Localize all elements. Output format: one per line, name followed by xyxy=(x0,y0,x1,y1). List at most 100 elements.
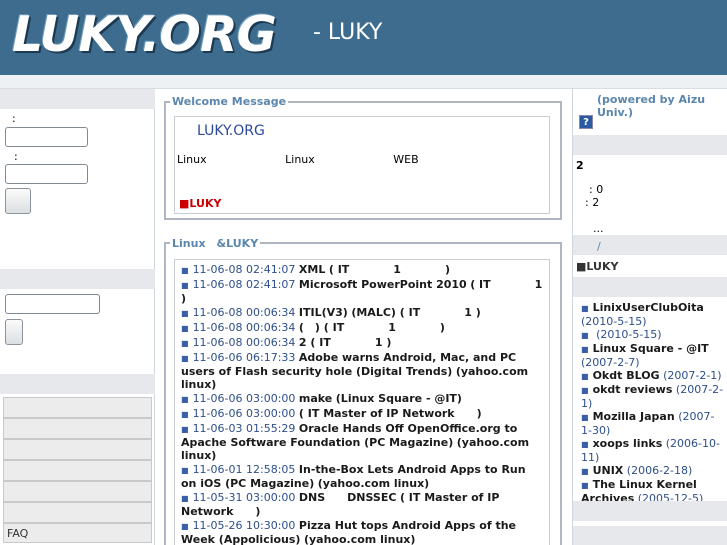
news-item[interactable]: ■ 11-06-01 12:58:05 In-the-Box Lets Andro… xyxy=(181,463,543,490)
link-item[interactable]: ■ Mozilla Japan (2007-1-30) xyxy=(581,410,725,437)
news-date: 11-06-08 02:41:07 xyxy=(192,278,296,291)
news-item[interactable]: ■ 11-06-08 02:41:07 XML ( IT 1 ) xyxy=(181,263,543,277)
news-title[interactable]: DNS DNSSEC xyxy=(299,491,397,504)
news-date: 11-06-06 03:00:00 xyxy=(192,392,296,405)
welcome-text: Linux Linux WEB xyxy=(177,153,419,166)
news-date: 11-06-06 06:17:33 xyxy=(192,351,296,364)
news-list: ■ 11-06-08 02:41:07 XML ( IT 1 ) ■ 11-06-08… xyxy=(175,260,549,545)
news-item[interactable]: ■ 11-06-03 01:55:29 Oracle Hands Off Open… xyxy=(181,422,543,462)
link-name[interactable]: UNIX xyxy=(593,464,624,477)
news-item[interactable]: ■ 11-06-08 00:06:34 2 ( IT 1 ) xyxy=(181,336,543,350)
right-sidebar: (powered by Aizu Univ.) ? 2 : 0 : 2 ... … xyxy=(572,89,727,545)
bullet-icon: ■ xyxy=(181,281,189,290)
link-name[interactable]: Linux Square - @IT xyxy=(593,342,709,355)
news-date: 11-05-26 10:30:00 xyxy=(192,519,296,532)
site-subtitle: - LUKY xyxy=(313,20,383,45)
link-name[interactable]: LinixUserClubOita xyxy=(593,301,704,314)
link-date: (2007-2-7) xyxy=(581,356,640,369)
bullet-icon: ■ xyxy=(181,395,189,404)
powered-by: (powered by Aizu Univ.) xyxy=(597,93,706,119)
news-item[interactable]: ■ 11-06-08 02:41:07 Microsoft PowerPoint … xyxy=(181,278,543,305)
welcome-title: LUKY.ORG xyxy=(197,123,265,139)
news-item[interactable]: ■ 11-05-26 10:30:00 Pizza Hut tops Androi… xyxy=(181,519,543,545)
link-name[interactable]: okdt reviews xyxy=(593,383,673,396)
link-item[interactable]: ■ UNIX (2006-2-18) xyxy=(581,464,725,478)
news-source: (yahoo.com linux) xyxy=(317,477,430,490)
news-source: ( ) ( IT 1 ) xyxy=(298,321,445,334)
news-title[interactable]: Microsoft PowerPoint 2010 xyxy=(299,278,467,291)
bullet-icon: ■ xyxy=(181,354,189,363)
bullet-icon: ■ xyxy=(581,481,589,490)
news-date: 11-05-31 03:00:00 xyxy=(192,491,296,504)
menu-item-faq[interactable]: FAQ xyxy=(3,523,152,543)
news-legend: Linux &LUKY xyxy=(172,237,259,250)
menu-item-4[interactable] xyxy=(3,460,152,481)
news-item[interactable]: ■ 11-06-08 00:06:34 ( ) ( IT 1 ) xyxy=(181,321,543,335)
stats-block-header xyxy=(573,135,727,155)
news-item[interactable]: ■ 11-06-06 03:00:00 ( IT Master of IP Net… xyxy=(181,407,543,421)
left-sidebar: : : FAQ xyxy=(0,89,155,545)
news-date: 11-06-06 03:00:00 xyxy=(192,407,296,420)
news-item[interactable]: ■ 11-06-08 00:06:34 ITIL(V3) (MALC) ( IT … xyxy=(181,306,543,320)
luky-heading: ■LUKY xyxy=(576,260,619,273)
login-button[interactable] xyxy=(5,188,31,214)
news-source: ( IT 1 ) xyxy=(328,263,450,276)
menu-item-3[interactable] xyxy=(3,439,152,460)
menu-item-5[interactable] xyxy=(3,481,152,502)
link-item[interactable]: ■ (2010-5-15) xyxy=(581,328,725,342)
search-button[interactable] xyxy=(5,319,23,345)
link-item[interactable]: ■ Okdt BLOG (2007-2-1) xyxy=(581,369,725,383)
link-name[interactable]: Mozilla Japan xyxy=(593,410,675,423)
help-icon[interactable]: ? xyxy=(579,115,593,129)
bullet-icon: ■ xyxy=(181,266,189,275)
bullet-icon: ■ xyxy=(181,425,189,434)
welcome-inner: LUKY.ORG Linux Linux WEB ■LUKY xyxy=(174,116,550,214)
site-logo[interactable]: LUKY.ORG xyxy=(12,4,277,66)
news-date: 11-06-03 01:55:29 xyxy=(192,422,296,435)
password-input[interactable] xyxy=(5,164,88,184)
stat-guests: : 2 xyxy=(585,196,600,209)
links-block-header xyxy=(573,277,727,297)
menu-item-1[interactable] xyxy=(3,397,152,418)
news-source: ( IT Master of IP Network ) xyxy=(298,407,482,420)
username-input[interactable] xyxy=(5,127,88,147)
news-item[interactable]: ■ 11-06-06 06:17:33 Adobe warns Android, … xyxy=(181,351,543,391)
news-item[interactable]: ■ 11-05-31 03:00:00 DNS DNSSEC ( IT Maste… xyxy=(181,491,543,518)
news-date: 11-06-08 00:06:34 xyxy=(192,306,296,319)
welcome-box: Welcome Message LUKY.ORG Linux Linux WEB… xyxy=(164,95,562,220)
news-source: 2 ( IT 1 ) xyxy=(298,336,392,349)
bullet-icon: ■ xyxy=(581,440,589,449)
menu-block-header xyxy=(0,374,155,394)
news-date: 11-06-08 02:41:07 xyxy=(192,263,296,276)
search-input[interactable] xyxy=(5,294,100,314)
menu-item-2[interactable] xyxy=(3,418,152,439)
bullet-icon: ■ xyxy=(181,324,189,333)
username-label: : xyxy=(12,112,16,125)
nav-separator: / xyxy=(597,240,601,253)
link-item[interactable]: ■ Linux Square - @IT (2007-2-7) xyxy=(581,342,725,369)
bullet-icon: ■ xyxy=(181,494,189,503)
news-item[interactable]: ■ 11-06-06 03:00:00 make (Linux Square - … xyxy=(181,392,543,406)
link-item[interactable]: ■ xoops links (2006-10-11) xyxy=(581,437,725,464)
news-inner: ■ 11-06-08 02:41:07 XML ( IT 1 ) ■ 11-06-08… xyxy=(174,259,550,545)
password-label: : xyxy=(14,150,18,163)
bullet-icon: ■ xyxy=(181,410,189,419)
link-item[interactable]: ■ LinixUserClubOita (2010-5-15) xyxy=(581,301,725,328)
online-count: 2 xyxy=(576,159,584,172)
link-item[interactable]: ■ okdt reviews (2007-2-1) xyxy=(581,383,725,410)
link-name[interactable]: xoops links xyxy=(593,437,663,450)
links-list: ■ LinixUserClubOita (2010-5-15) ■ (2010-5-… xyxy=(581,301,725,519)
bullet-icon: ■ xyxy=(581,372,589,381)
news-title[interactable]: XML xyxy=(299,263,325,276)
menu-item-6[interactable] xyxy=(3,502,152,523)
news-title[interactable]: ITIL(V3) xyxy=(299,306,348,319)
bullet-icon: ■ xyxy=(581,345,589,354)
more-link[interactable]: ... xyxy=(593,222,604,235)
news-title[interactable]: make xyxy=(299,392,332,405)
bullet-icon: ■ xyxy=(181,309,189,318)
bullet-icon: ■ xyxy=(581,467,589,476)
link-date: (2006-2-18) xyxy=(626,464,693,477)
link-name[interactable]: Okdt BLOG xyxy=(593,369,660,382)
bullet-icon: ■ xyxy=(581,304,589,313)
news-source: (yahoo.com linux) xyxy=(303,533,416,545)
